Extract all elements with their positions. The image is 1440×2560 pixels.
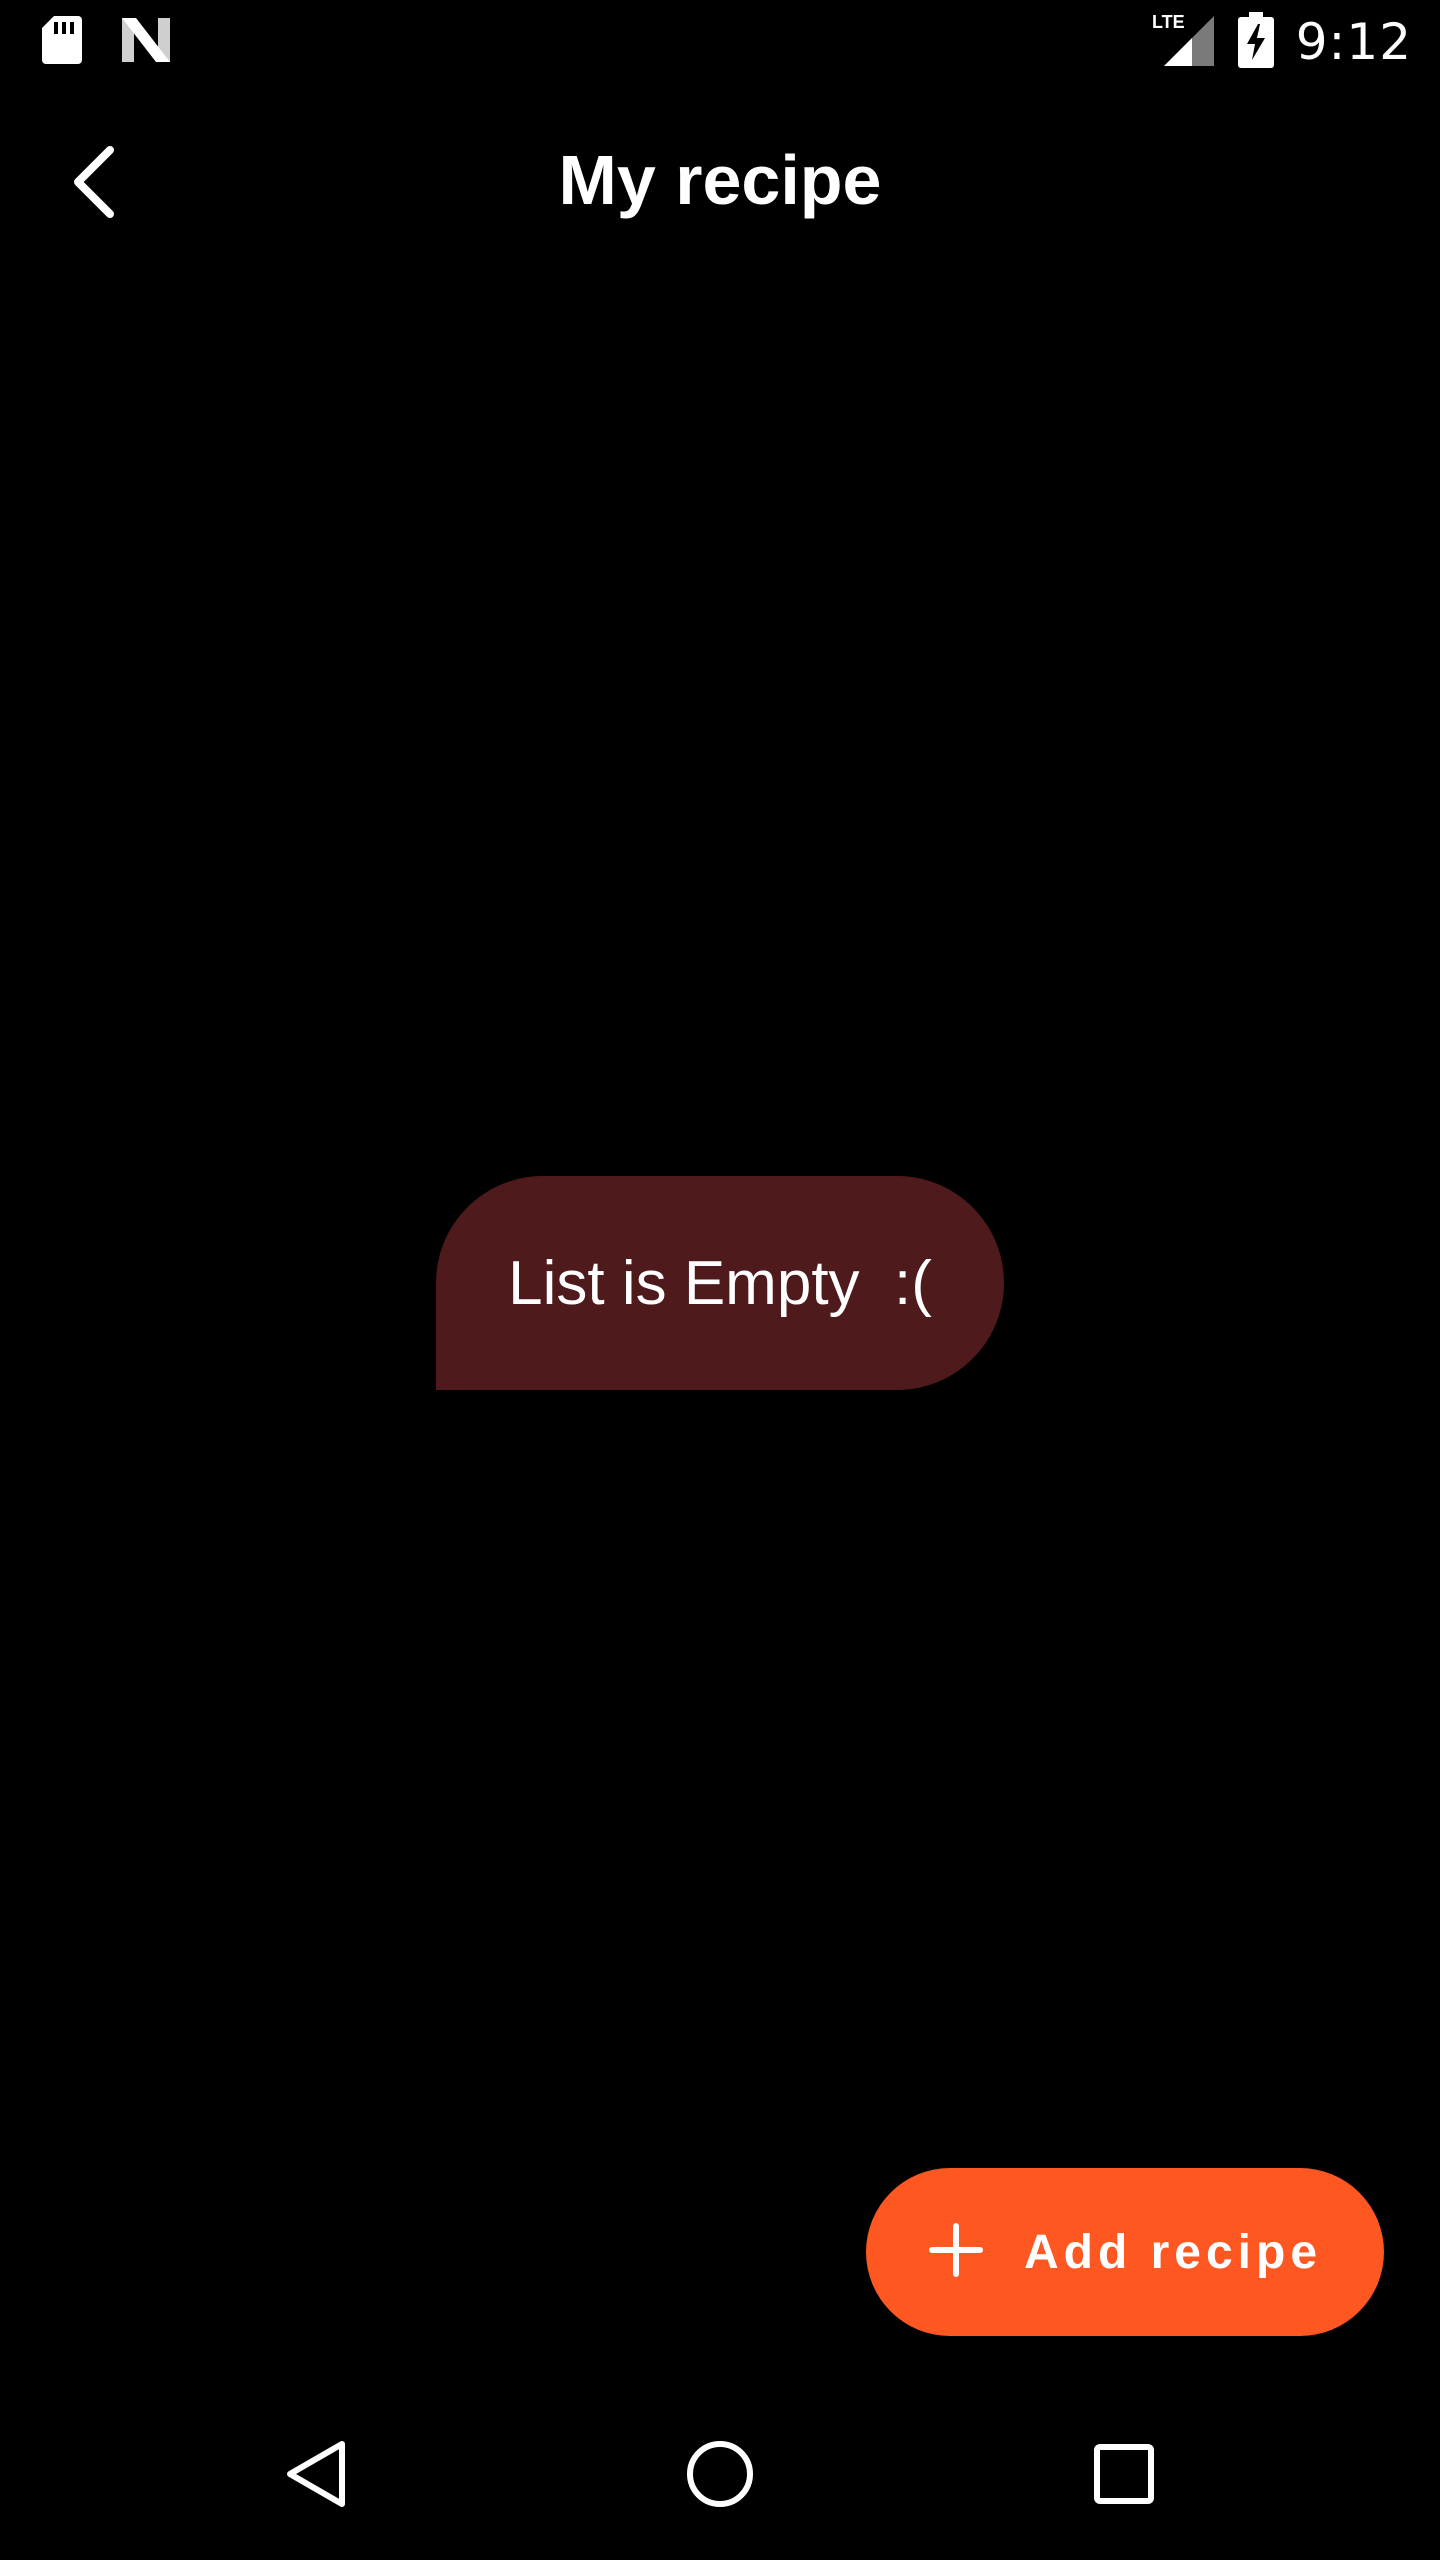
empty-state-bubble: List is Empty :( — [436, 1176, 1004, 1390]
svg-text:LTE: LTE — [1152, 12, 1185, 32]
status-left-icons — [40, 14, 172, 71]
navigation-bar — [0, 2392, 1440, 2560]
home-circle-icon — [684, 2438, 756, 2515]
status-time: 9:12 — [1295, 13, 1412, 71]
back-triangle-icon — [284, 2438, 348, 2515]
n-logo-icon — [120, 16, 172, 69]
nav-home-button[interactable] — [660, 2416, 780, 2536]
page-title: My recipe — [558, 141, 882, 219]
recents-square-icon — [1092, 2442, 1156, 2511]
nav-back-button[interactable] — [256, 2416, 376, 2536]
status-right-icons: LTE 9:12 — [1152, 11, 1412, 73]
plus-icon — [928, 2222, 984, 2283]
lte-signal-icon: LTE — [1152, 12, 1216, 73]
sd-card-icon — [40, 14, 84, 71]
empty-state-message: List is Empty :( — [508, 1248, 932, 1318]
toolbar: My recipe — [0, 84, 1440, 280]
add-recipe-button[interactable]: Add recipe — [866, 2168, 1384, 2336]
status-bar: LTE 9:12 — [0, 0, 1440, 84]
add-recipe-label: Add recipe — [1023, 2225, 1323, 2279]
nav-recents-button[interactable] — [1064, 2416, 1184, 2536]
battery-charging-icon — [1237, 11, 1274, 73]
